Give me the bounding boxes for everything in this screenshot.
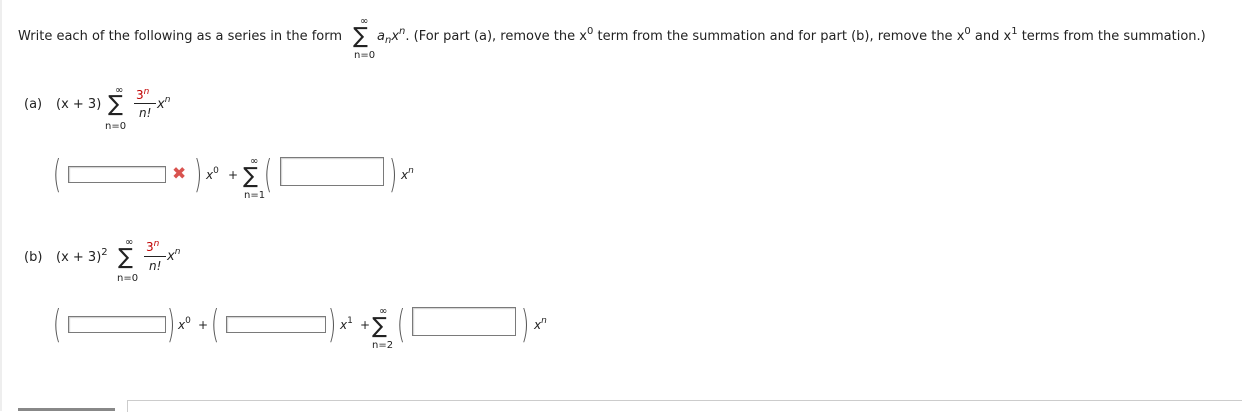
instruction-prefix: Write each of the following as a series … bbox=[18, 29, 343, 44]
part-a-denominator: n! bbox=[139, 106, 152, 120]
paren-close-b2: ) bbox=[328, 302, 337, 346]
x1-sup: 1 bbox=[347, 316, 353, 326]
x-mark-icon: ✖ bbox=[172, 164, 187, 184]
instruction-middle: . (For part (a), remove the x bbox=[405, 29, 587, 44]
part-a-numerator: 3n bbox=[136, 87, 150, 102]
sigma-symbol: ∑ bbox=[353, 24, 368, 49]
numerator-base: 3 bbox=[146, 240, 154, 254]
part-a-fraction-bar bbox=[134, 103, 156, 104]
plus-sign-b1: + bbox=[198, 318, 209, 332]
paren-open-b2: ( bbox=[211, 302, 220, 346]
factor-sup: 2 bbox=[101, 247, 108, 258]
paren-close-2: ) bbox=[389, 152, 398, 196]
instruction-and: and x bbox=[970, 29, 1012, 44]
factor-base: (x + 3) bbox=[56, 250, 102, 265]
paren-open-b3: ( bbox=[397, 302, 406, 346]
instructions: Write each of the following as a series … bbox=[18, 29, 342, 44]
paren-close: ) bbox=[194, 152, 203, 196]
part-b-numerator: 3n bbox=[146, 239, 160, 254]
paren-close-b3: ) bbox=[521, 302, 530, 346]
part-b-label: (b) bbox=[24, 250, 43, 265]
x-sup: n bbox=[174, 247, 181, 257]
part-a-coefficient-input[interactable] bbox=[280, 157, 384, 186]
bottom-panel-edge bbox=[127, 400, 1242, 412]
instruction-middle2: term from the summation and for part (b)… bbox=[593, 29, 965, 44]
part-b-factor: (x + 3)2 bbox=[56, 247, 108, 265]
part-a-x: xn bbox=[157, 95, 171, 112]
numerator-sup: n bbox=[153, 239, 160, 249]
x-base: x bbox=[167, 249, 175, 264]
xn-sup: n bbox=[541, 316, 547, 326]
part-b-x0: x0 bbox=[178, 316, 191, 332]
part-b-x: xn bbox=[167, 247, 181, 264]
numerator-sup: n bbox=[143, 87, 150, 97]
part-a-x0: x0 bbox=[206, 166, 219, 182]
part-b-linear-input[interactable] bbox=[226, 316, 326, 333]
xn-sup: n bbox=[408, 166, 414, 176]
part-b-row-sum-bottom: n=2 bbox=[372, 340, 394, 351]
n-superscript: n bbox=[399, 26, 406, 37]
part-b-xn: xn bbox=[534, 316, 547, 332]
part-a-sigma: ∑ bbox=[108, 92, 123, 117]
instruction-rest: anxn. (For part (a), remove the x0 term … bbox=[377, 26, 1206, 46]
part-b-coefficient-input[interactable] bbox=[412, 307, 516, 336]
part-a-constant-input[interactable] bbox=[68, 166, 166, 183]
a-term: a bbox=[377, 29, 385, 44]
x0-sup: 0 bbox=[213, 166, 219, 176]
left-border bbox=[0, 0, 2, 411]
x-sup: n bbox=[164, 95, 171, 105]
x0-sup: 0 bbox=[185, 316, 191, 326]
part-b-denominator: n! bbox=[149, 259, 162, 273]
part-a-sum-bottom: n=0 bbox=[105, 121, 127, 132]
one-superscript: 1 bbox=[1011, 26, 1018, 37]
part-a-row-sum-bottom: n=1 bbox=[244, 190, 266, 201]
part-b-sum-bottom: n=0 bbox=[117, 273, 139, 284]
part-b-constant-input[interactable] bbox=[68, 316, 166, 333]
part-a-label: (a) bbox=[24, 97, 43, 112]
plus-sign-b2: + bbox=[360, 318, 371, 332]
x-term: x bbox=[391, 29, 400, 44]
zero-superscript-2: 0 bbox=[964, 26, 971, 37]
part-b-x1: x1 bbox=[340, 316, 353, 332]
part-b-row-sigma: ∑ bbox=[372, 314, 387, 339]
plus-sign: + bbox=[228, 168, 239, 182]
part-a-xn: xn bbox=[401, 166, 414, 182]
instruction-sum-bottom: n=0 bbox=[354, 50, 376, 61]
paren-open-b1: ( bbox=[53, 302, 62, 346]
numerator-base: 3 bbox=[136, 88, 144, 102]
paren-close-b1: ) bbox=[167, 302, 176, 346]
part-b-fraction-bar bbox=[144, 256, 166, 257]
paren-open: ( bbox=[53, 152, 62, 196]
part-a-factor: (x + 3) bbox=[56, 97, 102, 112]
instruction-suffix: terms from the summation.) bbox=[1017, 29, 1206, 44]
zero-superscript: 0 bbox=[586, 26, 594, 37]
part-b-sigma: ∑ bbox=[118, 245, 133, 270]
x-base: x bbox=[157, 97, 165, 112]
n-subscript: n bbox=[384, 35, 392, 46]
part-a-row-sigma: ∑ bbox=[243, 164, 258, 189]
paren-open-2: ( bbox=[264, 152, 273, 196]
